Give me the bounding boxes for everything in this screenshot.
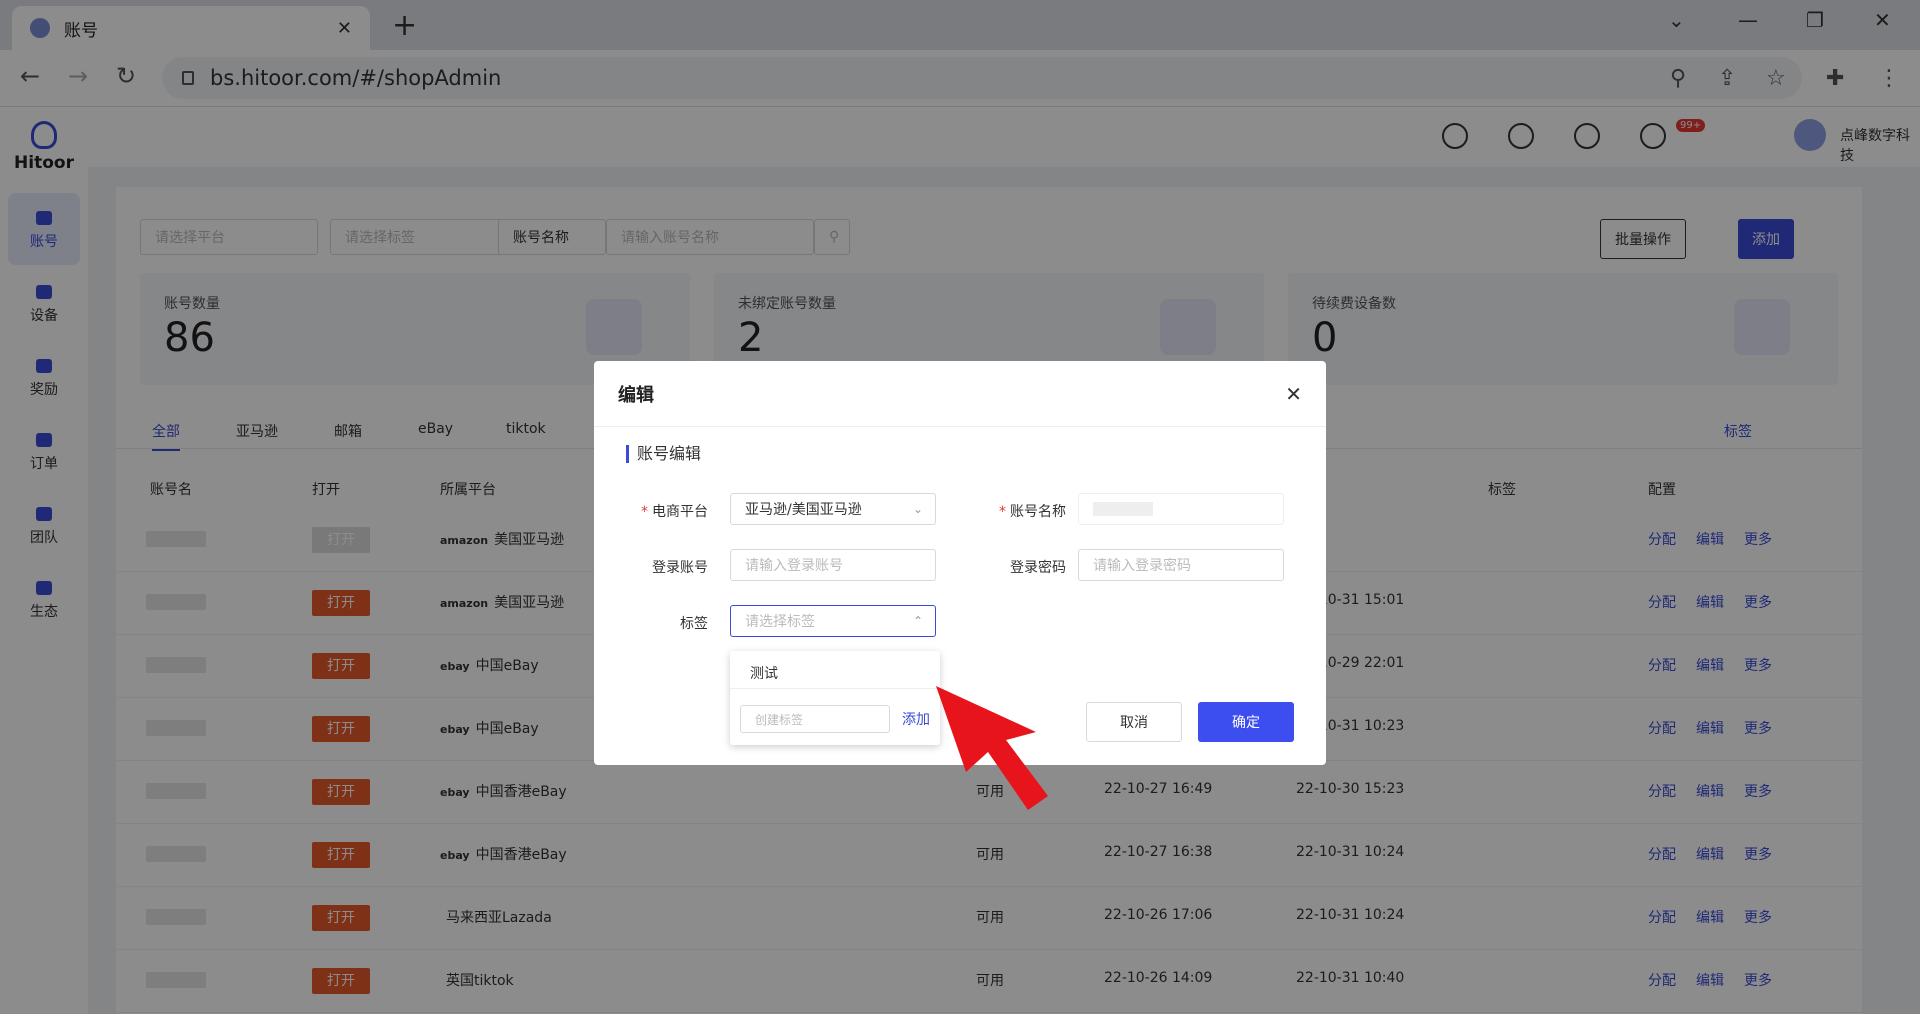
chevron-up-icon: ⌃ [912, 614, 923, 628]
chevron-down-icon: ⌄ [912, 502, 923, 516]
password-input[interactable]: 请输入登录密码 [1078, 549, 1284, 581]
account-name-field[interactable] [1078, 493, 1284, 525]
section-title: 账号编辑 [626, 445, 701, 463]
platform-field[interactable]: 亚马逊/美国亚马逊 ⌄ [730, 493, 936, 525]
account-name-label: * 账号名称 [999, 504, 1066, 520]
dialog-title: 编辑 [618, 384, 654, 406]
dialog-header: 编辑 ✕ [594, 361, 1326, 427]
login-account-input[interactable]: 请输入登录账号 [730, 549, 936, 581]
tag-option[interactable]: 测试 [730, 651, 940, 689]
red-arrow-annotation [936, 686, 1048, 810]
cancel-button[interactable]: 取消 [1086, 702, 1182, 742]
password-label: 登录密码 [1010, 560, 1066, 576]
tag-select-field[interactable]: 请选择标签 ⌃ [730, 605, 936, 637]
add-tag-button[interactable]: 添加 [902, 709, 930, 729]
tag-label: 标签 [680, 616, 708, 632]
confirm-button[interactable]: 确定 [1198, 702, 1294, 742]
login-account-label: 登录账号 [652, 560, 708, 576]
close-icon[interactable]: ✕ [1285, 382, 1302, 406]
create-tag-row: 创建标签 添加 [740, 705, 930, 733]
platform-label: * 电商平台 [641, 504, 708, 520]
tag-dropdown: 测试 创建标签 添加 [730, 651, 940, 745]
create-tag-input[interactable]: 创建标签 [740, 705, 890, 733]
